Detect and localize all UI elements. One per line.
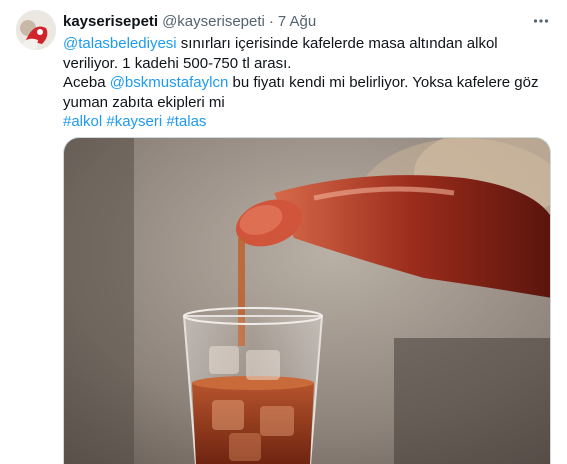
timestamp[interactable]: 7 Ağu <box>278 13 316 30</box>
display-name[interactable]: kayserisepeti <box>63 13 158 30</box>
tweet-paragraph-1: @talasbelediyesi sınırları içerisinde ka… <box>63 34 549 73</box>
tweet-header: kayserisepeti @kayserisepeti · 7 Ağu <box>63 11 551 31</box>
avatar[interactable] <box>16 10 56 50</box>
tweet-card[interactable]: kayserisepeti @kayserisepeti · 7 Ağu @ta… <box>0 0 567 464</box>
more-dots-icon <box>533 19 549 23</box>
avatar-image <box>16 10 56 50</box>
tweet-media-image[interactable] <box>63 137 551 464</box>
pouring-drink-photo <box>64 138 550 464</box>
tweet-text-part: Aceba <box>63 74 110 91</box>
tweet-text: @talasbelediyesi sınırları içerisinde ka… <box>63 34 549 132</box>
mention-bskmustafaylcn[interactable]: @bskmustafaylcn <box>110 74 229 91</box>
more-options-button[interactable] <box>531 11 551 31</box>
hashtag-alkol[interactable]: #alkol <box>63 113 102 130</box>
separator-dot: · <box>268 12 274 30</box>
hashtag-kayseri[interactable]: #kayseri <box>106 113 162 130</box>
user-handle[interactable]: @kayserisepeti <box>162 13 265 30</box>
mention-talasbelediyesi[interactable]: @talasbelediyesi <box>63 35 177 52</box>
hashtag-line: #alkol #kayseri #talas <box>63 112 549 132</box>
hashtag-talas[interactable]: #talas <box>166 113 206 130</box>
tweet-paragraph-2: Aceba @bskmustafaylcn bu fiyatı kendi mi… <box>63 73 549 112</box>
